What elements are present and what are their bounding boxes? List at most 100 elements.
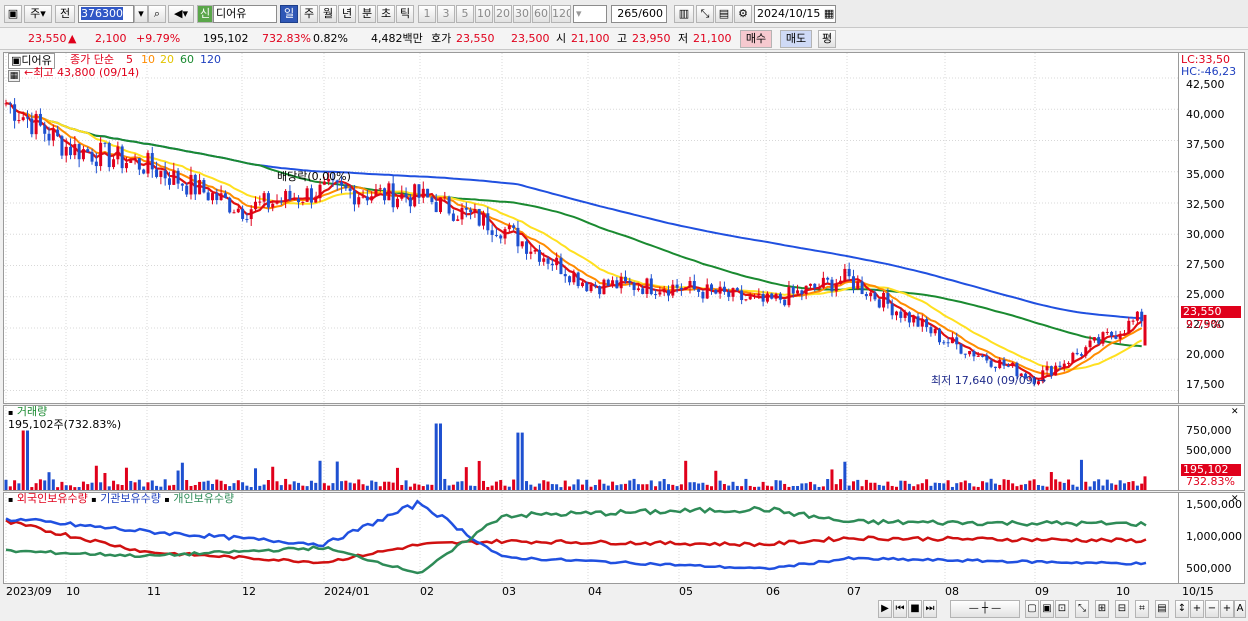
add-icon[interactable]: + bbox=[1220, 600, 1234, 618]
volume-bar bbox=[525, 481, 529, 490]
tool-a-icon[interactable]: ▢ bbox=[1025, 600, 1039, 618]
volume-bar bbox=[860, 486, 864, 490]
candle-body bbox=[155, 169, 159, 177]
candle-body bbox=[546, 258, 550, 264]
candle-body bbox=[873, 292, 877, 300]
volume-bar bbox=[710, 486, 714, 490]
volume-bar bbox=[1045, 486, 1049, 490]
volume-bar bbox=[202, 481, 206, 490]
candle-body bbox=[81, 149, 85, 160]
x-tick-label: 07 bbox=[847, 585, 861, 598]
candle-body bbox=[636, 288, 640, 291]
candle-body bbox=[830, 279, 834, 292]
candle-body bbox=[1071, 352, 1075, 363]
volume-bar bbox=[1019, 484, 1023, 490]
tool-i-icon[interactable]: ↕ bbox=[1175, 600, 1189, 618]
candle-body bbox=[215, 193, 219, 201]
candle-body bbox=[107, 142, 111, 168]
tool-e-icon[interactable]: ⊞ bbox=[1095, 600, 1109, 618]
candle-body bbox=[808, 283, 812, 286]
volume-bar bbox=[258, 485, 262, 490]
candle-body bbox=[210, 193, 214, 201]
candle-body bbox=[834, 283, 838, 292]
volume-bar bbox=[47, 472, 51, 490]
volume-bar bbox=[697, 483, 701, 490]
candle-body bbox=[129, 160, 133, 163]
x-tick-label: 02 bbox=[420, 585, 434, 598]
volume-bar bbox=[826, 479, 830, 490]
candle-body bbox=[447, 196, 451, 214]
scroll-last-icon[interactable]: ⏭ bbox=[923, 600, 937, 618]
volume-bar bbox=[348, 482, 352, 490]
last-candle bbox=[1143, 314, 1147, 346]
volume-bar bbox=[671, 484, 675, 490]
candle-body bbox=[1084, 347, 1088, 356]
candle-body bbox=[451, 213, 455, 221]
ma-line-60 bbox=[5, 102, 1142, 348]
volume-bar bbox=[938, 483, 942, 490]
volume-bar bbox=[314, 482, 318, 490]
tool-b-icon[interactable]: ▣ bbox=[1040, 600, 1054, 618]
volume-bar bbox=[839, 479, 843, 490]
volume-bar bbox=[90, 482, 94, 490]
tool-h-icon[interactable]: ▤ bbox=[1155, 600, 1169, 618]
volume-bar bbox=[636, 484, 640, 490]
volume-bar bbox=[929, 485, 933, 490]
candle-body bbox=[34, 113, 38, 135]
candle-body bbox=[120, 146, 124, 169]
candle-body bbox=[843, 268, 847, 281]
volume-bar bbox=[985, 482, 989, 490]
volume-bar bbox=[520, 432, 524, 490]
candle-body bbox=[602, 279, 606, 295]
candle-body bbox=[503, 229, 507, 239]
candle-body bbox=[60, 136, 64, 156]
candle-body bbox=[933, 328, 937, 334]
volume-bar bbox=[400, 485, 404, 490]
volume-bar bbox=[869, 482, 873, 490]
volume-bar bbox=[21, 430, 25, 490]
scroll-stop-icon[interactable]: ■ bbox=[908, 600, 922, 618]
tool-g-icon[interactable]: ⌗ bbox=[1135, 600, 1149, 618]
volume-bar bbox=[688, 482, 692, 490]
candle-body bbox=[254, 201, 258, 210]
scroll-first-icon[interactable]: ⏮ bbox=[893, 600, 907, 618]
candle-body bbox=[972, 350, 976, 357]
candle-body bbox=[1079, 354, 1083, 356]
zoom-slider[interactable]: — ┼ — bbox=[950, 600, 1020, 618]
candle-body bbox=[580, 282, 584, 287]
candle-body bbox=[817, 287, 821, 289]
volume-bar bbox=[232, 483, 236, 490]
holding-close-icon[interactable]: ✕ bbox=[1231, 492, 1239, 506]
volume-bar bbox=[284, 478, 288, 490]
zoom-out-icon[interactable]: − bbox=[1205, 600, 1219, 618]
candle-body bbox=[787, 287, 791, 306]
scroll-right-icon[interactable]: ▶ bbox=[878, 600, 892, 618]
candle-body bbox=[555, 257, 559, 266]
candle-body bbox=[473, 208, 477, 213]
candle-body bbox=[112, 159, 116, 168]
candle-body bbox=[1006, 365, 1010, 367]
candle-body bbox=[697, 289, 701, 292]
volume-bar bbox=[981, 481, 985, 490]
volume-bar bbox=[907, 483, 911, 490]
volume-bar bbox=[1071, 484, 1075, 490]
tool-f-icon[interactable]: ⊟ bbox=[1115, 600, 1129, 618]
y-tick-label: 37,500 bbox=[1186, 138, 1225, 151]
candle-body bbox=[279, 201, 283, 203]
tool-c-icon[interactable]: ⊡ bbox=[1055, 600, 1069, 618]
volume-close-icon[interactable]: ✕ bbox=[1231, 405, 1239, 419]
candle-body bbox=[159, 170, 163, 177]
volume-bar bbox=[112, 480, 116, 490]
zoom-in-icon[interactable]: + bbox=[1190, 600, 1204, 618]
volume-bar bbox=[219, 480, 223, 490]
volume-bar bbox=[787, 486, 791, 490]
font-icon[interactable]: A bbox=[1234, 600, 1246, 618]
candle-body bbox=[796, 290, 800, 294]
volume-bar bbox=[916, 484, 920, 490]
tool-d-icon[interactable]: ⤡ bbox=[1075, 600, 1089, 618]
volume-bar bbox=[753, 486, 757, 490]
volume-bar bbox=[185, 480, 189, 490]
volume-bar bbox=[378, 486, 382, 490]
panel-settings-icon[interactable]: ▦ bbox=[8, 70, 20, 82]
candle-body bbox=[297, 198, 301, 203]
